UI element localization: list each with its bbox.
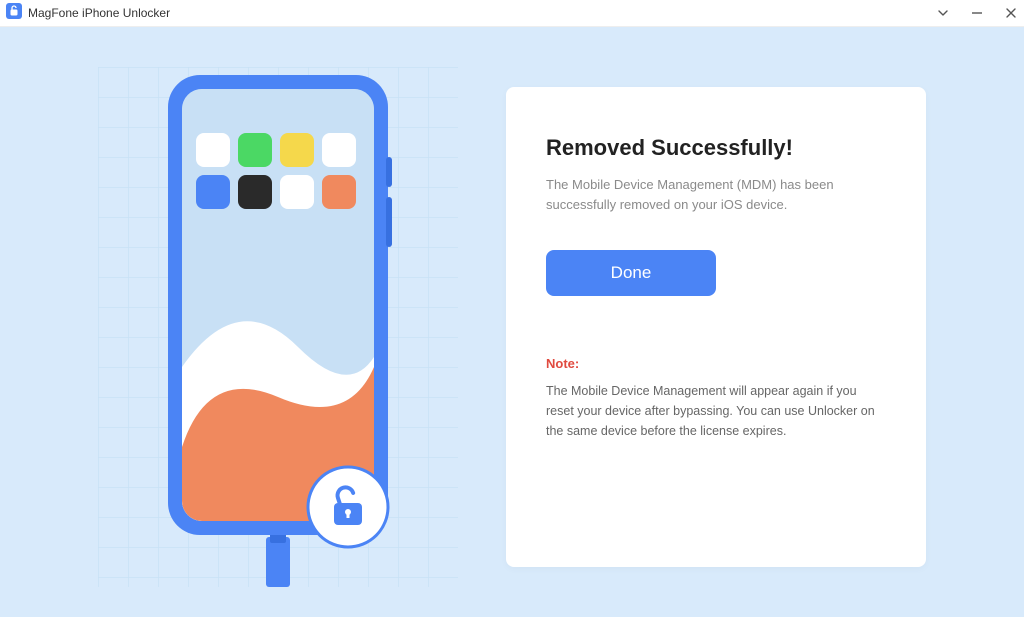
content-area: Removed Successfully! The Mobile Device … [0,27,1024,617]
minimize-icon[interactable] [970,6,984,20]
close-icon[interactable] [1004,6,1018,20]
titlebar: MagFone iPhone Unlocker [0,0,1024,27]
phone-svg [148,67,408,587]
note-section: Note: The Mobile Device Management will … [546,356,886,441]
app-window: MagFone iPhone Unlocker [0,0,1024,617]
app-logo-icon [6,3,22,24]
result-panel: Removed Successfully! The Mobile Device … [506,87,926,567]
note-label: Note: [546,356,886,371]
window-controls [936,6,1018,20]
panel-subtitle: The Mobile Device Management (MDM) has b… [546,175,886,214]
phone-illustration [98,67,458,587]
dropdown-icon[interactable] [936,6,950,20]
panel-heading: Removed Successfully! [546,135,886,161]
titlebar-left: MagFone iPhone Unlocker [6,3,170,24]
note-text: The Mobile Device Management will appear… [546,381,886,441]
done-button[interactable]: Done [546,250,716,296]
titlebar-title: MagFone iPhone Unlocker [28,6,170,20]
